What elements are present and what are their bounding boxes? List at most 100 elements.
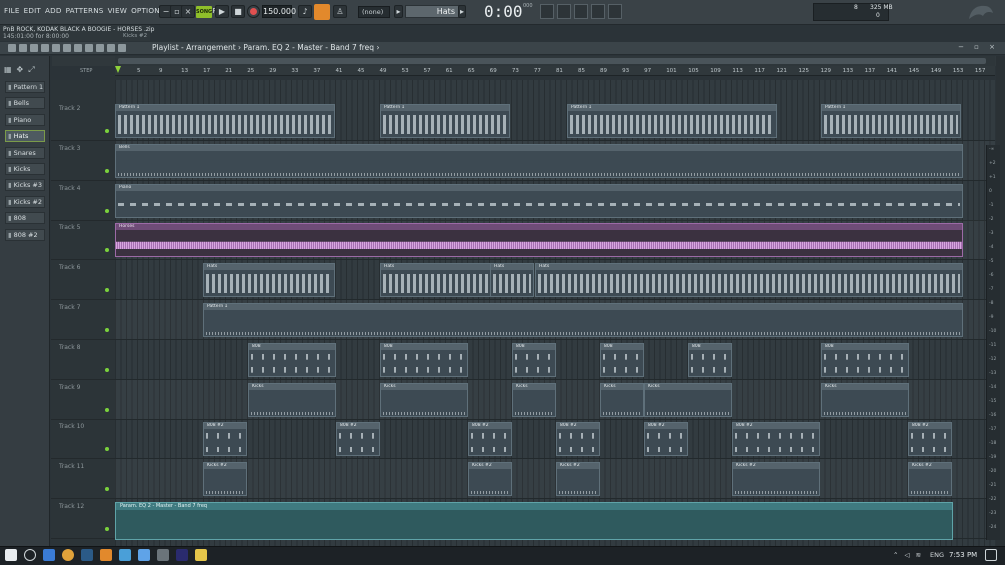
track-header-3[interactable]: Track 3 <box>51 141 115 181</box>
picker-item-808[interactable]: ▮ 808 <box>5 212 45 225</box>
fl-studio-icon[interactable] <box>100 549 112 561</box>
picker-item-snares[interactable]: ▮ Snares <box>5 146 45 159</box>
track-enable-icon[interactable] <box>105 288 109 293</box>
picker-item-bells[interactable]: ▮ Bells <box>5 97 45 110</box>
pattern-clip[interactable]: 808 <box>380 342 468 377</box>
menu-patterns[interactable]: PATTERNS <box>64 6 106 15</box>
close-icon[interactable]: × <box>181 5 195 18</box>
playhead-marker[interactable] <box>115 66 121 73</box>
draw-icon[interactable] <box>30 44 38 52</box>
track-enable-icon[interactable] <box>105 129 109 133</box>
picker-tools[interactable]: ▦✥⤢ <box>4 65 40 75</box>
app2-icon[interactable] <box>138 549 150 561</box>
picker-item-kicks-3[interactable]: ▮ Kicks #3 <box>5 179 45 192</box>
pattern-clip[interactable]: Kicks #2 <box>908 462 952 497</box>
track-header-7[interactable]: Track 7 <box>51 300 115 340</box>
picker-item-piano[interactable]: ▮ Piano <box>5 113 45 126</box>
pattern-clip[interactable]: Kicks <box>512 382 556 417</box>
slip-icon[interactable] <box>74 44 82 52</box>
track-enable-icon[interactable] <box>105 527 109 531</box>
pattern-clip[interactable]: Hats <box>490 263 534 298</box>
speaker-icon[interactable] <box>118 44 126 52</box>
pattern-clip[interactable]: Kicks <box>600 382 644 417</box>
pattern-clip[interactable]: Pattern 1 <box>203 303 963 337</box>
pattern-clip[interactable]: 808 #2 <box>732 422 820 457</box>
track-header-11[interactable]: Track 11 <box>51 459 115 500</box>
track-header-8[interactable]: Track 8 <box>51 340 115 380</box>
record-icon[interactable] <box>248 6 259 17</box>
zoom-icon[interactable] <box>107 44 115 52</box>
track-enable-icon[interactable] <box>105 168 109 173</box>
pattern-clip[interactable]: 808 #2 <box>468 422 512 457</box>
app-icon[interactable] <box>119 549 131 561</box>
browser-icon[interactable] <box>608 4 622 19</box>
wait-for-input-icon[interactable]: ♙ <box>333 5 347 18</box>
pattern-clip[interactable]: Pattern 1 <box>380 104 510 138</box>
mute-icon[interactable] <box>63 44 71 52</box>
clock[interactable]: 7:53 PM <box>949 551 977 559</box>
breadcrumb-target[interactable]: Param. EQ 2 - Master - Band 7 freq <box>243 43 374 52</box>
pattern-clip[interactable]: 808 #2 <box>644 422 688 457</box>
pattern-clip[interactable]: Hats <box>203 263 335 298</box>
track-header-2[interactable]: Track 2 <box>51 101 115 141</box>
pattern-clip[interactable]: Kicks <box>380 382 468 417</box>
pattern-prev-icon[interactable]: ▸ <box>394 5 403 18</box>
picker-item-hats[interactable]: ▮ Hats <box>5 130 45 143</box>
pattern-clip[interactable]: 808 <box>600 342 644 377</box>
audio-clip[interactable]: Horses <box>115 223 963 258</box>
pattern-clip[interactable]: Piano <box>115 183 963 218</box>
pattern-clip[interactable]: Pattern 1 <box>567 104 777 138</box>
channel-rack-icon[interactable] <box>574 4 588 19</box>
premiere-icon[interactable] <box>176 549 188 561</box>
paint-icon[interactable] <box>41 44 49 52</box>
stop-icon[interactable]: ■ <box>231 5 245 18</box>
pattern-clip[interactable]: 808 #2 <box>908 422 952 457</box>
pattern-clip[interactable]: 808 #2 <box>556 422 600 457</box>
pattern-clip[interactable]: Hats <box>535 263 963 298</box>
track-enable-icon[interactable] <box>105 208 109 213</box>
pattern-clip[interactable]: 808 <box>512 342 556 377</box>
file-explorer-app-icon[interactable] <box>43 549 55 561</box>
mixer-icon[interactable] <box>591 4 605 19</box>
track-enable-icon[interactable] <box>105 487 109 492</box>
piano-roll-icon[interactable] <box>557 4 571 19</box>
pattern-song-toggle[interactable]: SONG <box>196 6 212 18</box>
pattern-clip[interactable]: Kicks <box>644 382 732 417</box>
typing-keyboard-icon[interactable] <box>314 4 330 20</box>
tempo-display[interactable]: 150.000 <box>262 5 296 18</box>
magnet-icon[interactable] <box>19 44 27 52</box>
fl-logo-icon[interactable] <box>965 3 995 22</box>
playlist-window-buttons[interactable]: − ▫ × <box>958 43 999 51</box>
pattern-clip[interactable]: Kicks <box>821 382 909 417</box>
windows-start-icon[interactable] <box>5 549 17 561</box>
chrome-icon[interactable] <box>62 549 74 561</box>
app3-icon[interactable] <box>157 549 169 561</box>
snap-selector[interactable]: STEP <box>80 68 92 74</box>
track-header-6[interactable]: Track 6 <box>51 260 115 301</box>
track-header-5[interactable]: Track 5 <box>51 220 115 261</box>
picker-item-kicks[interactable]: ▮ Kicks <box>5 163 45 175</box>
pattern-clip[interactable]: Kicks #2 <box>556 462 600 497</box>
current-pattern-name[interactable]: Hats <box>405 5 460 18</box>
menu-file[interactable]: FILE <box>2 6 22 15</box>
delete-icon[interactable] <box>52 44 60 52</box>
menu-edit[interactable]: EDIT <box>22 6 43 15</box>
play-icon[interactable]: ▶ <box>215 5 229 18</box>
slice-icon[interactable] <box>85 44 93 52</box>
track-enable-icon[interactable] <box>105 367 109 372</box>
system-tray[interactable]: ⌃ ◁ ≋ <box>893 551 923 559</box>
track-header-10[interactable]: Track 10 <box>51 419 115 460</box>
search-icon[interactable] <box>24 549 36 561</box>
language-indicator[interactable]: ENG <box>930 551 944 559</box>
horizontal-scroll-thumb[interactable] <box>118 58 986 64</box>
pattern-clip[interactable]: 808 <box>688 342 732 377</box>
picker-item-kicks-2[interactable]: ▮ Kicks #2 <box>5 195 45 208</box>
menu-view[interactable]: VIEW <box>106 6 130 15</box>
track-lane[interactable] <box>115 419 995 460</box>
pattern-clip[interactable]: 808 #2 <box>336 422 380 457</box>
playlist-icon[interactable] <box>540 4 554 19</box>
automation-clip[interactable]: Param. EQ 2 - Master - Band 7 freq <box>115 502 953 540</box>
pattern-selector[interactable]: (none) <box>358 6 390 18</box>
menu-add[interactable]: ADD <box>43 6 64 15</box>
track-enable-icon[interactable] <box>105 447 109 452</box>
